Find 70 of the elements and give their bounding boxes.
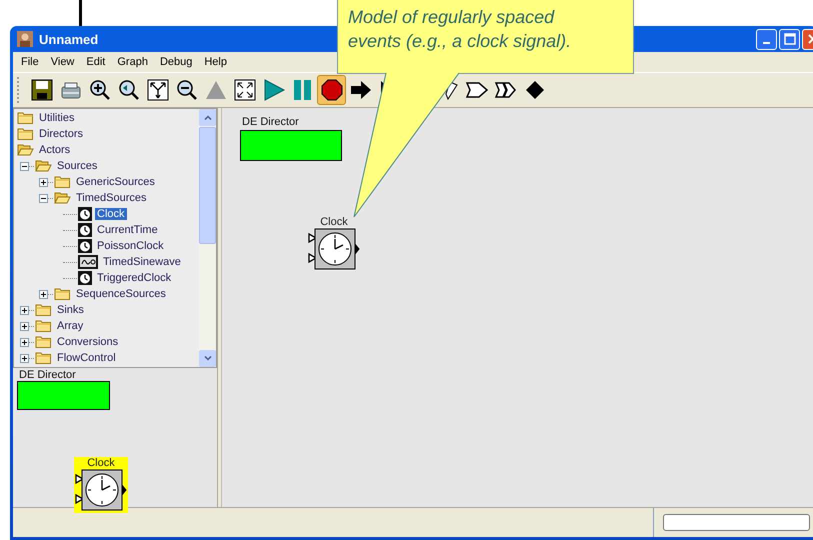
director-block[interactable] [17, 381, 110, 410]
scroll-up-button[interactable] [199, 109, 216, 126]
director-block[interactable] [240, 130, 342, 161]
folder-icon [35, 303, 52, 317]
expand-icon[interactable] [39, 290, 48, 298]
tree-item[interactable]: GenericSources [74, 176, 157, 188]
clock-actor-drawing [308, 228, 360, 270]
collapse-icon[interactable] [20, 162, 29, 170]
menu-item[interactable]: Graph [111, 56, 154, 68]
minimize-button[interactable] [756, 28, 777, 50]
clock-icon [78, 271, 92, 285]
actor-label: Clock [87, 457, 115, 469]
folder-icon [54, 175, 71, 189]
window-title: Unnamed [39, 32, 98, 46]
scrollbar-track[interactable] [199, 109, 216, 367]
stop-icon[interactable] [317, 75, 346, 105]
expand-icon[interactable] [20, 322, 29, 330]
folder-icon [35, 335, 52, 349]
scroll-thumb[interactable] [199, 127, 216, 244]
menu-item[interactable]: File [15, 56, 45, 68]
tree-item[interactable]: TriggeredClock [95, 272, 174, 284]
tree-item[interactable]: Conversions [55, 336, 120, 348]
tree-item[interactable]: TimedSources [74, 192, 149, 204]
app-icon [17, 31, 33, 47]
tree-item[interactable]: Array [55, 320, 86, 332]
expand-icon[interactable] [20, 306, 29, 314]
clock-icon [78, 223, 92, 237]
folder-icon [54, 287, 71, 301]
open-folder-icon [35, 159, 52, 173]
tree-item[interactable]: CurrentTime [95, 224, 160, 236]
menu-item[interactable]: Edit [80, 56, 112, 68]
sine-block-icon [78, 255, 98, 269]
maximize-button[interactable] [779, 28, 800, 50]
chevron-up-icon [204, 115, 212, 120]
actor-label: Clock [320, 216, 348, 228]
director-label: DE Director [242, 116, 299, 128]
tree-item[interactable]: FlowControl [55, 352, 118, 364]
tree-item[interactable]: SequenceSources [74, 288, 168, 300]
director-label: DE Director [19, 369, 76, 381]
clock-icon [78, 239, 92, 253]
chevron-down-icon [204, 356, 212, 361]
tree-item[interactable]: Sinks [55, 304, 86, 316]
tree-item[interactable]: Utilities [37, 112, 76, 124]
actor-node[interactable]: Clock [307, 216, 361, 272]
maximize-icon [784, 33, 796, 45]
scroll-down-button[interactable] [199, 350, 216, 367]
tree-item[interactable]: Directors [37, 128, 86, 140]
expand-icon[interactable] [20, 338, 29, 346]
folder-icon [35, 319, 52, 333]
menu-item[interactable]: View [44, 56, 80, 68]
clock-icon [78, 207, 92, 221]
expand-icon[interactable] [39, 178, 48, 186]
folder-icon [17, 127, 34, 141]
tree-item[interactable]: Clock [95, 208, 127, 220]
folder-icon [35, 351, 52, 365]
minimize-icon [763, 42, 770, 44]
tooltip-text: Model of regularly spaced events (e.g., a clock signal). [348, 6, 572, 53]
folder-icon [17, 111, 34, 125]
tree-item[interactable]: TimedSinewave [101, 256, 183, 268]
tree-item[interactable]: PoissonClock [95, 240, 166, 252]
tree-item[interactable]: Sources [55, 160, 100, 172]
actor-node[interactable]: Clock [74, 457, 128, 513]
menu-item[interactable]: Debug [154, 56, 198, 68]
open-folder-icon [17, 143, 34, 157]
tree-item[interactable]: Actors [37, 144, 72, 156]
collapse-icon[interactable] [39, 194, 48, 202]
expand-icon[interactable] [20, 354, 29, 362]
menu-item[interactable]: Help [198, 56, 233, 68]
clock-actor-drawing [75, 469, 127, 511]
open-folder-icon [54, 191, 71, 205]
